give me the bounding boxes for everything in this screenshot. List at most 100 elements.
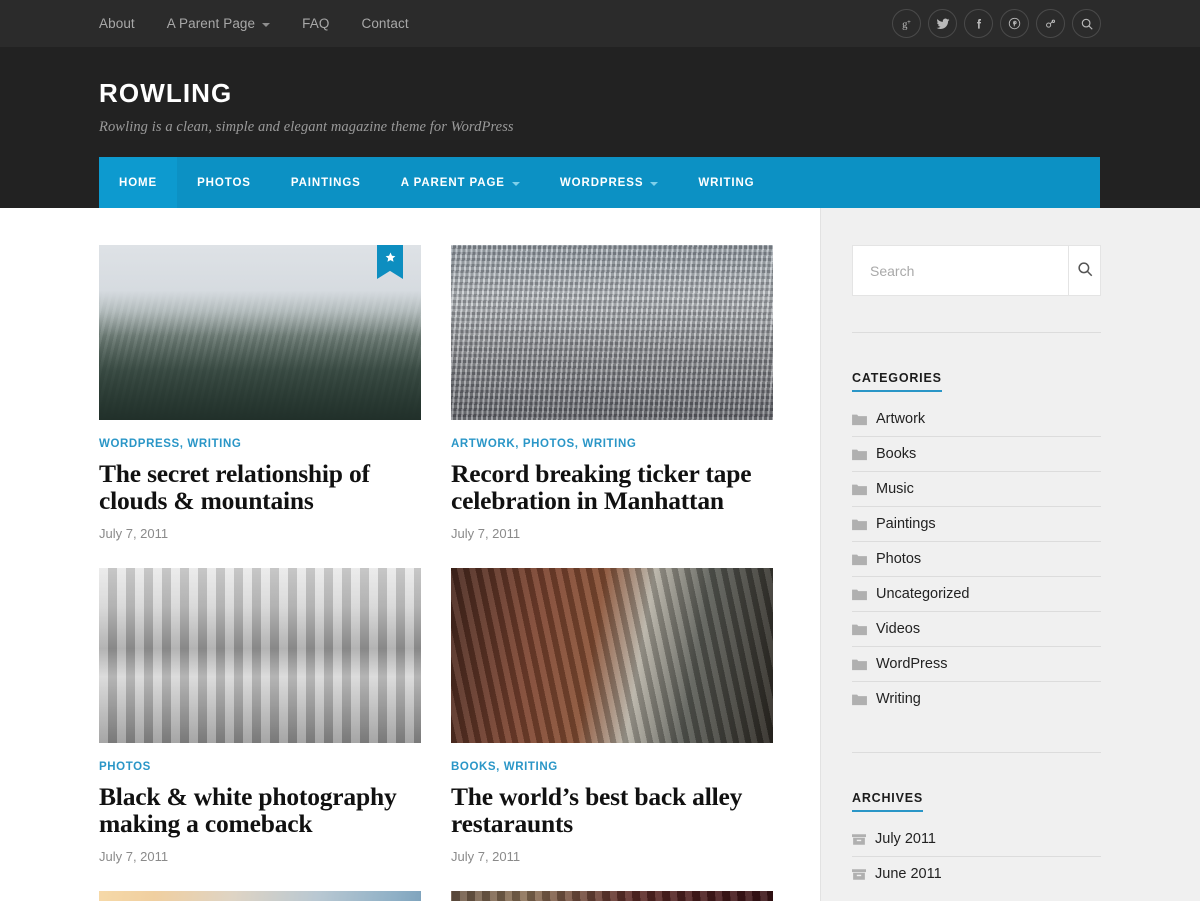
site-title[interactable]: ROWLING bbox=[99, 80, 1101, 106]
archive-icon bbox=[852, 833, 866, 846]
topnav-item-faq[interactable]: FAQ bbox=[286, 16, 345, 31]
post-card: ARTWORK, PHOTOS, WRITING Record breaking… bbox=[451, 245, 773, 541]
nav-item-writing[interactable]: WRITING bbox=[678, 157, 774, 208]
post-date: July 7, 2011 bbox=[99, 526, 169, 541]
sidebar-item-paintings[interactable]: Paintings bbox=[852, 507, 1101, 541]
folder-icon bbox=[852, 448, 867, 461]
sidebar-item-videos[interactable]: Videos bbox=[852, 612, 1101, 646]
folder-icon bbox=[852, 483, 867, 496]
google-plus-icon[interactable]: g + bbox=[892, 9, 921, 38]
post-image-soldiers bbox=[451, 891, 773, 901]
sidebar-item-label: Artwork bbox=[876, 411, 926, 427]
post-date: July 7, 2011 bbox=[99, 849, 169, 864]
topnav-item-a-parent-page[interactable]: A Parent Page bbox=[151, 16, 286, 31]
folder-icon bbox=[852, 588, 867, 601]
sidebar-item-label: Books bbox=[876, 446, 917, 462]
page-layout: WORDPRESS, WRITING The secret relationsh… bbox=[0, 208, 1200, 901]
sidebar-item-june-2011[interactable]: June 2011 bbox=[852, 857, 1101, 891]
twitter-icon[interactable] bbox=[928, 9, 957, 38]
sidebar-item-label: WordPress bbox=[876, 656, 948, 672]
secondary-navigation: About A Parent Page FAQ Contact bbox=[99, 16, 425, 31]
post-card: WORDPRESS, WRITING The secret relationsh… bbox=[99, 245, 421, 541]
post-categories-label: BOOKS, WRITING bbox=[451, 761, 558, 773]
post-thumbnail[interactable] bbox=[99, 568, 421, 743]
widget-divider bbox=[852, 332, 1101, 333]
chevron-down-icon bbox=[650, 181, 659, 186]
topnav-label: FAQ bbox=[302, 16, 330, 31]
nav-item-home[interactable]: HOME bbox=[99, 157, 178, 208]
sidebar-item-label: Videos bbox=[876, 621, 921, 637]
folder-icon bbox=[852, 658, 867, 671]
topnav-item-about[interactable]: About bbox=[99, 16, 151, 31]
post-image-office bbox=[99, 568, 421, 743]
post-categories[interactable]: ARTWORK, PHOTOS, WRITING bbox=[451, 437, 773, 452]
categories-list: Artwork Books Music Paintings Photos Unc… bbox=[852, 402, 1101, 716]
post-title[interactable]: Record breaking ticker tape celebration … bbox=[451, 460, 773, 515]
chevron-down-icon bbox=[511, 181, 520, 186]
sidebar-item-label: Paintings bbox=[876, 516, 936, 532]
topnav-item-contact[interactable]: Contact bbox=[345, 16, 424, 31]
list-item: Artwork bbox=[852, 402, 1101, 437]
list-item: WordPress bbox=[852, 647, 1101, 682]
post-thumbnail[interactable] bbox=[99, 891, 421, 901]
folder-icon bbox=[852, 553, 867, 566]
search-input[interactable] bbox=[853, 246, 1068, 295]
post-title[interactable]: The world’s best back alley restaraunts bbox=[451, 783, 773, 838]
sidebar-item-books[interactable]: Books bbox=[852, 437, 1101, 471]
topnav-label: A Parent Page bbox=[166, 16, 256, 31]
nav-label: PHOTOS bbox=[197, 176, 251, 189]
list-item: Writing bbox=[852, 682, 1101, 716]
main-navigation-wrapper: HOME PHOTOS PAINTINGS A PARENT PAGE WORD… bbox=[0, 157, 1200, 208]
post-thumbnail[interactable] bbox=[99, 245, 421, 420]
folder-icon bbox=[852, 693, 867, 706]
list-item: Uncategorized bbox=[852, 577, 1101, 612]
list-item: Videos bbox=[852, 612, 1101, 647]
post-thumbnail[interactable] bbox=[451, 891, 773, 901]
post-title[interactable]: The secret relationship of clouds & moun… bbox=[99, 460, 421, 515]
search-submit-button[interactable] bbox=[1068, 246, 1100, 295]
post-categories[interactable]: PHOTOS bbox=[99, 760, 421, 775]
site-description: Rowling is a clean, simple and elegant m… bbox=[99, 119, 514, 135]
nav-label: HOME bbox=[119, 176, 158, 189]
post-card bbox=[99, 891, 421, 901]
facebook-icon[interactable] bbox=[964, 9, 993, 38]
post-grid: WORDPRESS, WRITING The secret relationsh… bbox=[99, 245, 774, 901]
nav-item-photos[interactable]: PHOTOS bbox=[177, 157, 271, 208]
main-content: WORDPRESS, WRITING The secret relationsh… bbox=[0, 208, 820, 901]
widget-divider bbox=[852, 752, 1101, 753]
nav-label: A PARENT PAGE bbox=[400, 176, 505, 189]
folder-icon bbox=[852, 518, 867, 531]
pinterest-icon[interactable] bbox=[1000, 9, 1029, 38]
link-icon[interactable] bbox=[1036, 9, 1065, 38]
chevron-down-icon bbox=[262, 22, 271, 27]
post-categories[interactable]: WORDPRESS, WRITING bbox=[99, 437, 421, 452]
post-title[interactable]: Black & white photography making a comeb… bbox=[99, 783, 421, 838]
site-branding: ROWLING Rowling is a clean, simple and e… bbox=[0, 47, 1200, 157]
sidebar-item-label: Photos bbox=[876, 551, 922, 567]
nav-item-paintings[interactable]: PAINTINGS bbox=[271, 157, 381, 208]
nav-item-a-parent-page[interactable]: A PARENT PAGE bbox=[381, 157, 540, 208]
list-item: July 2011 bbox=[852, 822, 1101, 857]
nav-item-wordpress[interactable]: WORDPRESS bbox=[540, 157, 679, 208]
post-categories-label: PHOTOS bbox=[99, 761, 151, 773]
folder-icon bbox=[852, 413, 867, 426]
sidebar-item-photos[interactable]: Photos bbox=[852, 542, 1101, 576]
search-icon[interactable] bbox=[1072, 9, 1101, 38]
widget-title-archives: ARCHIVES bbox=[852, 791, 923, 812]
sidebar-item-music[interactable]: Music bbox=[852, 472, 1101, 506]
sidebar-item-wordpress[interactable]: WordPress bbox=[852, 647, 1101, 681]
post-thumbnail[interactable] bbox=[451, 568, 773, 743]
sidebar-item-writing[interactable]: Writing bbox=[852, 682, 1101, 716]
post-thumbnail[interactable] bbox=[451, 245, 773, 420]
widget-title-categories: CATEGORIES bbox=[852, 371, 942, 392]
post-image-alley bbox=[451, 568, 773, 743]
top-utility-bar: About A Parent Page FAQ Contact g + bbox=[0, 0, 1200, 47]
nav-label: WRITING bbox=[698, 176, 755, 189]
svg-text:+: + bbox=[907, 19, 911, 26]
post-categories[interactable]: BOOKS, WRITING bbox=[451, 760, 773, 775]
list-item: Paintings bbox=[852, 507, 1101, 542]
sidebar-item-july-2011[interactable]: July 2011 bbox=[852, 822, 1101, 856]
sidebar-item-label: June 2011 bbox=[875, 866, 942, 882]
sidebar-item-artwork[interactable]: Artwork bbox=[852, 402, 1101, 436]
sidebar-item-uncategorized[interactable]: Uncategorized bbox=[852, 577, 1101, 611]
